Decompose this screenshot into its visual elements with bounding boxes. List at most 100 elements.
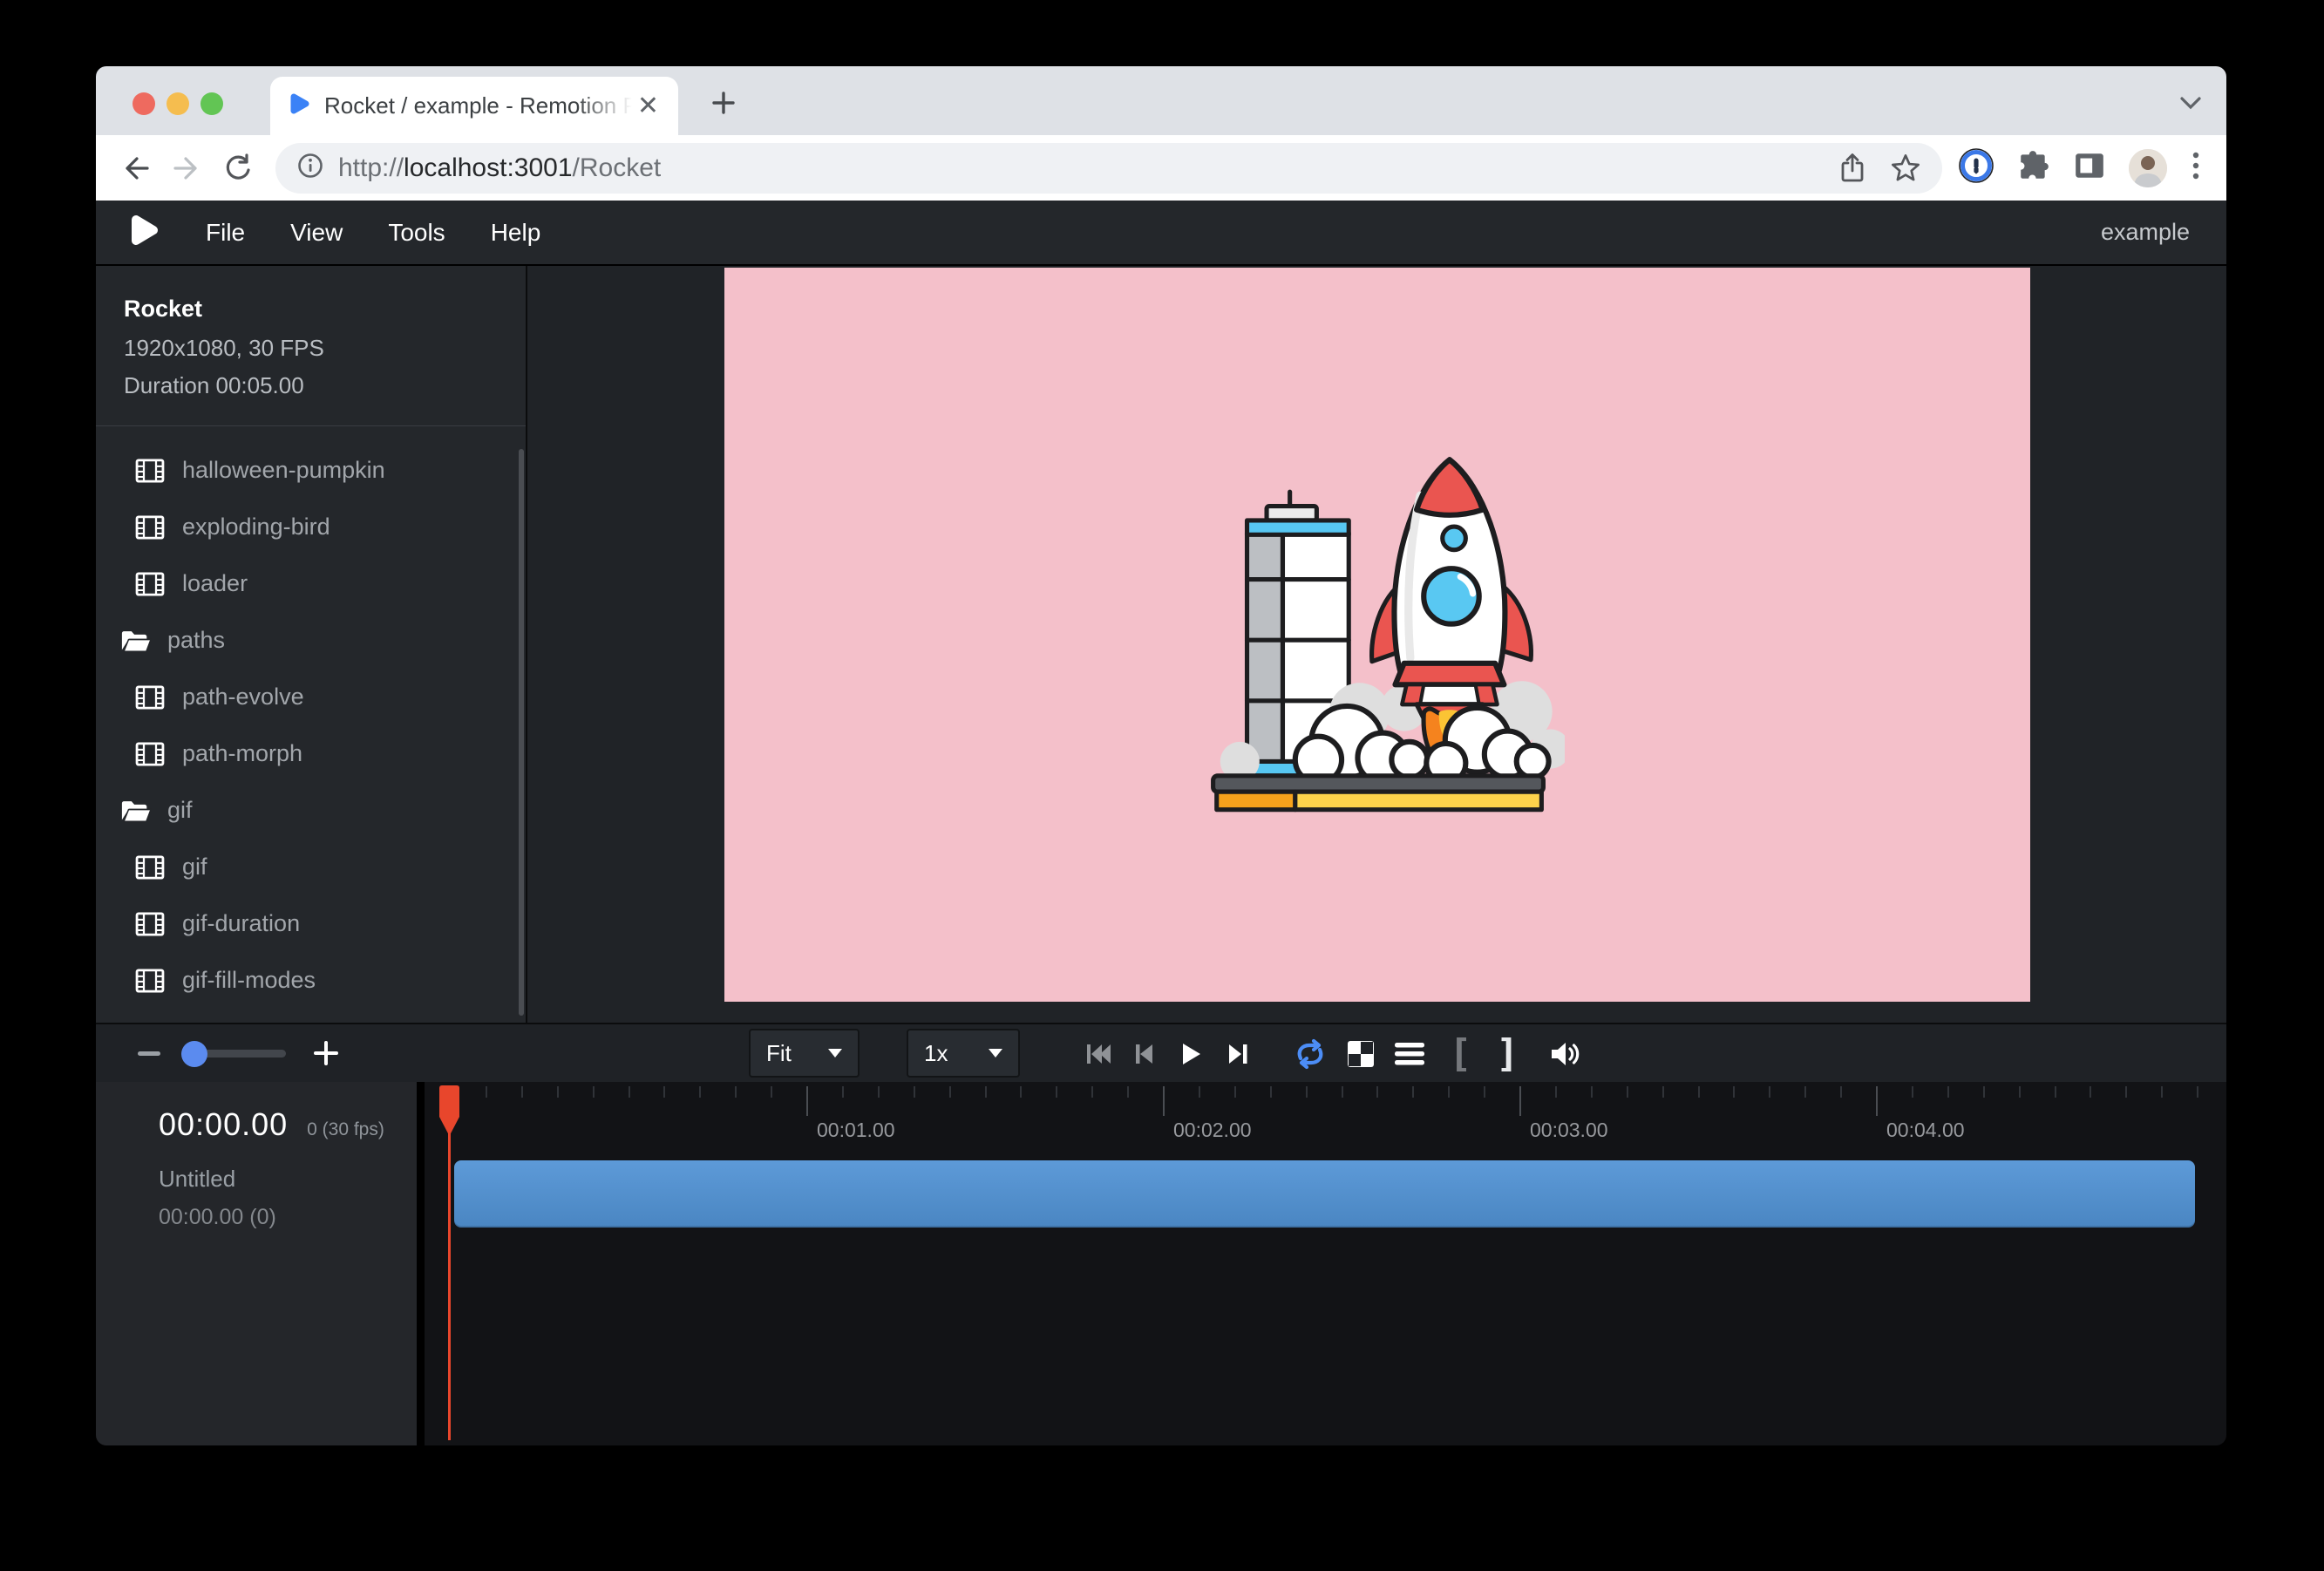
bundle-name-label[interactable]: example	[2101, 219, 2190, 246]
size-select[interactable]: Fit	[749, 1029, 860, 1078]
timeline-toggle-icon[interactable]	[1395, 1042, 1424, 1071]
loop-icon[interactable]	[1293, 1038, 1328, 1074]
playhead-marker[interactable]	[438, 1085, 460, 1143]
next-frame-icon[interactable]	[1223, 1039, 1253, 1073]
ruler-tick	[1519, 1086, 1521, 1116]
transparency-checkerboard-icon[interactable]	[1346, 1039, 1376, 1073]
ruler-tick	[1412, 1086, 1414, 1098]
ruler-tick	[1698, 1086, 1700, 1098]
ruler-tick	[1234, 1086, 1236, 1098]
sidebar-item-path-morph[interactable]: path-morph	[96, 725, 526, 782]
ruler-tick	[2019, 1086, 2021, 1098]
chevron-down-icon[interactable]	[2179, 96, 2202, 114]
reload-icon[interactable]	[221, 153, 253, 184]
menu-view[interactable]: View	[290, 219, 343, 247]
ruler-tick	[914, 1086, 915, 1098]
fullscreen-window-button[interactable]	[200, 92, 223, 115]
out-point-icon[interactable]: ]	[1496, 1031, 1519, 1076]
folder-open-icon	[120, 628, 155, 654]
volume-icon[interactable]	[1548, 1038, 1581, 1074]
ruler-tick	[1091, 1086, 1093, 1098]
track-name: Untitled	[159, 1166, 417, 1193]
ruler-tick	[1912, 1086, 1913, 1098]
ruler-tick	[593, 1086, 595, 1098]
menu-bar: File View Tools Help example	[96, 201, 2226, 266]
close-window-button[interactable]	[133, 92, 155, 115]
ruler-tick	[1662, 1086, 1664, 1098]
side-panel-icon[interactable]	[2073, 149, 2106, 187]
profile-avatar[interactable]	[2129, 149, 2167, 187]
ruler-tick	[557, 1086, 559, 1098]
ruler-tick	[735, 1086, 737, 1098]
tab-close-icon[interactable]: ✕	[632, 92, 664, 121]
tab-strip: Rocket / example - Remotion P ✕	[96, 66, 2226, 135]
bookmark-star-icon[interactable]	[1890, 153, 1921, 184]
forward-icon[interactable]	[171, 153, 202, 184]
ruler-tick	[842, 1086, 844, 1098]
sidebar-item-loader[interactable]: loader	[96, 555, 526, 612]
minimize-window-button[interactable]	[166, 92, 189, 115]
zoom-slider-thumb[interactable]	[181, 1041, 207, 1067]
skip-to-start-icon[interactable]	[1084, 1039, 1113, 1073]
ruler-tick	[1627, 1086, 1628, 1098]
timeline-track-area[interactable]: 00:01.00 00:02.00 00:03.00 00:04.00	[425, 1082, 2226, 1445]
browser-extensions-area	[1958, 147, 2202, 188]
in-point-icon[interactable]: [	[1449, 1031, 1472, 1076]
sidebar-scrollbar[interactable]	[519, 449, 524, 1016]
sidebar-item-halloween-pumpkin[interactable]: halloween-pumpkin	[96, 442, 526, 499]
share-icon[interactable]	[1838, 153, 1867, 184]
ruler-tick	[1056, 1086, 1057, 1098]
film-icon	[135, 912, 170, 936]
sidebar-item-path-evolve[interactable]: path-evolve	[96, 669, 526, 725]
ruler-tick	[1983, 1086, 1985, 1098]
sidebar-item-gif[interactable]: gif	[96, 839, 526, 895]
menu-help[interactable]: Help	[491, 219, 541, 247]
ruler-tick	[1555, 1086, 1557, 1098]
zoom-in-button[interactable]	[312, 1039, 340, 1071]
password-manager-icon[interactable]	[1958, 147, 1994, 188]
extensions-puzzle-icon[interactable]	[2017, 149, 2050, 187]
chevron-down-icon	[989, 1049, 1002, 1058]
menu-file[interactable]: File	[206, 219, 245, 247]
back-icon[interactable]	[120, 153, 152, 184]
ruler-tick	[486, 1086, 487, 1098]
ruler-tick	[1199, 1086, 1200, 1098]
video-canvas[interactable]	[724, 268, 2030, 1002]
sequence-bar[interactable]	[454, 1160, 2195, 1228]
menu-tools[interactable]: Tools	[388, 219, 445, 247]
ruler-tick	[1163, 1086, 1165, 1116]
tab-title: Rocket / example - Remotion P	[324, 92, 632, 119]
current-frame-label: 0 (30 fps)	[307, 1119, 384, 1140]
zoom-out-button[interactable]	[138, 1051, 160, 1056]
play-icon[interactable]	[1175, 1039, 1205, 1073]
sidebar-item-exploding-bird[interactable]: exploding-bird	[96, 499, 526, 555]
ruler-tick	[1376, 1086, 1378, 1098]
ruler-tick	[1127, 1086, 1129, 1098]
ruler-tick	[2161, 1086, 2163, 1098]
ruler-tick	[949, 1086, 951, 1098]
url-input[interactable]: http://localhost:3001/Rocket	[275, 143, 1942, 194]
site-info-icon[interactable]	[296, 152, 324, 184]
remotion-logo-icon[interactable]	[127, 212, 160, 253]
sidebar-item-gif-duration[interactable]: gif-duration	[96, 895, 526, 952]
sidebar-folder-paths[interactable]: paths	[96, 612, 526, 669]
ruler-tick	[1448, 1086, 1450, 1098]
previous-frame-icon[interactable]	[1129, 1039, 1159, 1073]
new-tab-button[interactable]	[710, 89, 737, 121]
sidebar-folder-gif[interactable]: gif	[96, 782, 526, 839]
playback-speed-select[interactable]: 1x	[907, 1029, 1020, 1078]
ruler-tick	[771, 1086, 772, 1098]
ruler-tick	[1591, 1086, 1593, 1098]
player-toolbar: Fit 1x	[96, 1023, 2226, 1082]
ruler-tick	[1876, 1086, 1878, 1116]
browser-tab[interactable]: Rocket / example - Remotion P ✕	[270, 77, 678, 135]
browser-menu-dots-icon[interactable]	[2190, 149, 2202, 187]
sidebar-item-gif-fill-modes[interactable]: gif-fill-modes	[96, 952, 526, 1009]
ruler-tick	[2090, 1086, 2091, 1098]
compositions-sidebar: Rocket 1920x1080, 30 FPS Duration 00:05.…	[96, 266, 527, 1023]
ruler-tick	[806, 1086, 808, 1116]
film-icon	[135, 969, 170, 993]
composition-duration: Duration 00:05.00	[124, 372, 505, 399]
film-icon	[135, 515, 170, 540]
ruler-tick	[1270, 1086, 1272, 1098]
